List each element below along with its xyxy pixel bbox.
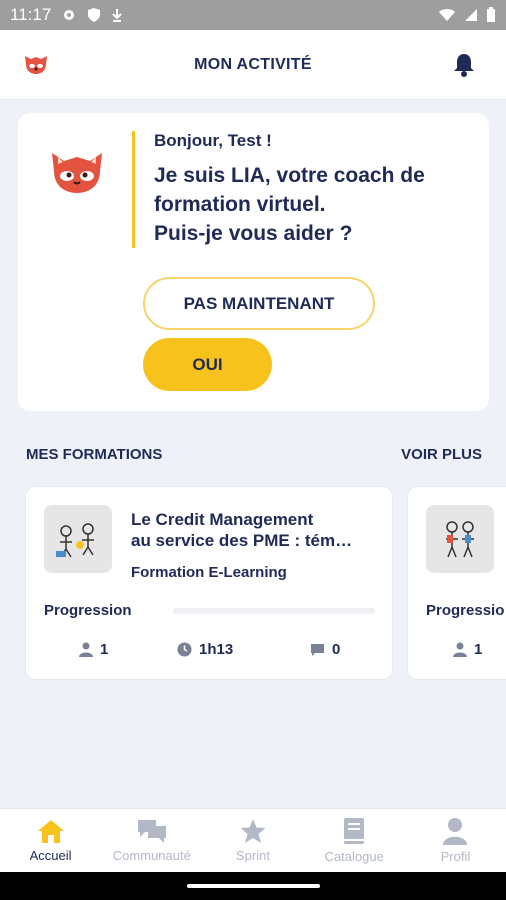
nav-item-profil[interactable]: Profil: [405, 809, 506, 872]
nav-item-sprint[interactable]: Sprint: [202, 809, 303, 872]
progress-label: Progressio: [426, 602, 505, 619]
course-title-line: Le Credit Management: [131, 510, 314, 529]
course-thumbnail: [426, 505, 494, 573]
bell-icon[interactable]: [452, 52, 476, 83]
red-panda-logo[interactable]: [22, 52, 50, 81]
shield-icon: [88, 8, 101, 22]
coach-message-block: Bonjour, Test ! Je suis LIA, votre coach…: [132, 131, 472, 248]
nav-item-label: Communauté: [112, 848, 191, 863]
course-card[interactable]: Le Credit Management au service des PME …: [25, 486, 393, 680]
section-title: MES FORMATIONS: [26, 446, 163, 463]
coach-message-line: Puis-je vous aider ?: [154, 222, 353, 245]
coach-message: Je suis LIA, votre coach de formation vi…: [154, 161, 472, 248]
gesture-bar: [0, 872, 506, 900]
home-icon: [37, 820, 64, 843]
course-thumbnail: [44, 505, 112, 573]
learners-count: 1: [100, 641, 109, 658]
nav-item-catalogue[interactable]: Catalogue: [304, 809, 405, 872]
see-more-link[interactable]: VOIR PLUS: [401, 446, 482, 463]
coach-card: Bonjour, Test ! Je suis LIA, votre coach…: [18, 113, 489, 411]
bottom-nav: Accueil Communauté Sprint Catalogue Prof…: [0, 808, 506, 872]
chat-icon: [137, 820, 166, 843]
nav-item-accueil[interactable]: Accueil: [0, 809, 101, 872]
clock-icon: [177, 642, 192, 657]
star-icon: [240, 819, 266, 843]
gear-icon: [64, 10, 75, 20]
course-title-line: au service des PME : tém…: [131, 531, 353, 550]
nav-item-label: Catalogue: [324, 849, 384, 864]
person-icon: [79, 642, 93, 657]
battery-icon: [487, 7, 495, 22]
not-now-button[interactable]: PAS MAINTENANT: [143, 277, 375, 330]
nav-item-label: Sprint: [236, 848, 270, 863]
nav-item-communaute[interactable]: Communauté: [101, 809, 202, 872]
progress-bar: [173, 608, 375, 614]
comments-stat: 0: [310, 641, 340, 658]
download-icon: [112, 9, 122, 22]
yes-button[interactable]: OUI: [143, 338, 272, 391]
learners-stat: 1: [453, 641, 482, 658]
comments-count: 0: [332, 641, 341, 658]
coach-message-line: formation virtuel.: [154, 193, 326, 216]
coach-greeting: Bonjour, Test !: [154, 131, 272, 150]
person-icon: [453, 642, 467, 657]
course-card[interactable]: Progressio 1: [407, 486, 506, 680]
learners-stat: 1: [79, 641, 108, 658]
book-icon: [344, 818, 365, 844]
progress-label: Progression: [44, 602, 132, 619]
status-bar: 11:17: [0, 0, 506, 30]
course-type: Formation E-Learning: [131, 564, 287, 581]
learners-count: 1: [474, 641, 483, 658]
app-header: MON ACTIVITÉ: [0, 30, 506, 100]
comment-icon: [311, 643, 324, 656]
coach-avatar-icon: [48, 149, 106, 200]
nav-item-label: Profil: [440, 849, 471, 864]
person-icon: [443, 818, 468, 845]
duration-stat: 1h13: [177, 641, 233, 658]
page-title: MON ACTIVITÉ: [194, 55, 312, 73]
signal-icon: [465, 9, 477, 21]
course-title: Le Credit Management au service des PME …: [131, 509, 381, 551]
wifi-icon: [439, 9, 455, 21]
coach-message-line: Je suis LIA, votre coach de: [154, 164, 425, 187]
status-time: 11:17: [10, 5, 52, 24]
duration-value: 1h13: [199, 641, 234, 658]
nav-item-label: Accueil: [29, 848, 72, 863]
home-indicator[interactable]: [187, 884, 320, 888]
